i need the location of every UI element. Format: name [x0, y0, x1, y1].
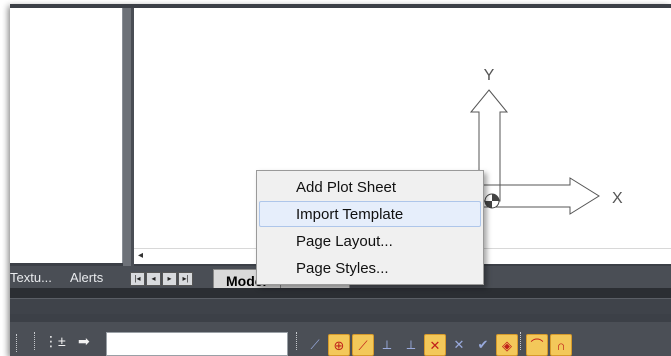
center-snap-icon[interactable]: ⊕ — [328, 334, 350, 356]
arc-snap-icon[interactable]: ⌒ — [526, 334, 548, 356]
context-menu: Add Plot Sheet Import Template Page Layo… — [256, 170, 484, 285]
panel-splitter[interactable] — [123, 8, 131, 270]
left-palette-panel — [10, 8, 123, 263]
scroll-left-icon[interactable]: ◂ — [138, 250, 143, 261]
menu-item-page-layout[interactable]: Page Layout... — [259, 228, 481, 254]
bottom-toolbar: ⋮± ➡ ⟋ ⊕ ⟋ ⟂ ⟂ ✕ ✕ ✔ ◈ ⌒ ∩ — [10, 322, 671, 356]
grip-icon[interactable] — [34, 332, 37, 350]
nearest-snap-icon[interactable]: ✔ — [472, 334, 494, 356]
last-sheet-icon[interactable]: ▸| — [178, 272, 193, 286]
first-sheet-icon[interactable]: |◂ — [130, 272, 145, 286]
tab-textures[interactable]: Textu... — [10, 270, 52, 285]
midpoint-snap-icon[interactable]: ⟋ — [352, 334, 374, 356]
apparent-intersection-snap-icon[interactable]: ✕ — [448, 334, 470, 356]
grip-icon[interactable] — [16, 334, 19, 352]
cursor-snap-icon[interactable]: ⋮± — [44, 334, 66, 348]
y-axis-label: Y — [484, 67, 495, 84]
grip-icon[interactable] — [296, 332, 299, 350]
origin-marker-quadrant — [492, 194, 499, 201]
grip-icon[interactable] — [520, 332, 523, 350]
command-input[interactable] — [106, 332, 288, 356]
tangent-snap-icon[interactable]: ⟂ — [376, 334, 398, 356]
next-sheet-icon[interactable]: ▸ — [162, 272, 177, 286]
separator-strip — [10, 288, 671, 298]
intersection-snap-icon[interactable]: ✕ — [424, 334, 446, 356]
menu-item-page-styles[interactable]: Page Styles... — [259, 255, 481, 281]
curve-snap-icon[interactable]: ∩ — [550, 334, 572, 356]
endpoint-snap-icon[interactable]: ⟋ — [304, 334, 326, 356]
previous-sheet-icon[interactable]: ◂ — [146, 272, 161, 286]
quadrant-snap-icon[interactable]: ◈ — [496, 334, 518, 356]
tab-alerts[interactable]: Alerts — [70, 270, 103, 285]
x-axis-label: X — [612, 190, 623, 207]
menu-item-add-plot-sheet[interactable]: Add Plot Sheet — [259, 174, 481, 200]
status-bar — [10, 298, 671, 314]
arrow-right-icon[interactable]: ➡ — [78, 334, 90, 348]
menu-item-import-template[interactable]: Import Template — [259, 201, 481, 227]
sheet-tab-navigation: |◂ ◂ ▸ ▸| — [130, 272, 193, 286]
perpendicular-snap-icon[interactable]: ⟂ — [400, 334, 422, 356]
